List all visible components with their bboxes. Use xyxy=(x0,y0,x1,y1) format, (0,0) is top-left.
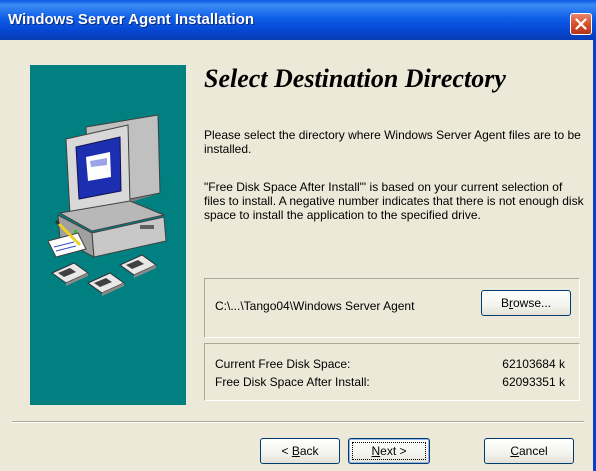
computer-with-floppy-disks-illustration xyxy=(47,114,167,296)
next-button[interactable]: Next > xyxy=(348,438,430,464)
page-title: Select Destination Directory xyxy=(204,64,506,93)
browse-button[interactable]: Browse... xyxy=(481,290,571,316)
back-button[interactable]: < Back xyxy=(260,438,340,464)
installer-window: Windows Server Agent Installation Select… xyxy=(0,0,596,471)
cancel-button[interactable]: Cancel xyxy=(484,438,574,464)
destination-folder-group: C:\...\Tango04\Windows Server Agent Brow… xyxy=(204,278,580,338)
browse-label-start: B xyxy=(500,296,509,310)
free-space-after-value: 62093351 k xyxy=(502,375,565,389)
back-hotkey: B xyxy=(291,444,300,458)
current-free-space-label: Current Free Disk Space: xyxy=(215,357,351,371)
window-title: Windows Server Agent Installation xyxy=(8,11,255,28)
cancel-label-rest: ancel xyxy=(518,444,548,458)
close-button[interactable] xyxy=(570,13,592,35)
disk-space-group: Current Free Disk Space: 62103684 k Free… xyxy=(204,343,580,401)
back-label-rest: ack xyxy=(299,444,319,458)
side-illustration-panel xyxy=(30,65,186,405)
button-separator xyxy=(12,421,584,423)
focus-ring xyxy=(352,442,426,460)
disk-space-explanation: "Free Disk Space After Install"' is base… xyxy=(204,180,584,222)
current-free-space-value: 62103684 k xyxy=(502,357,565,371)
intro-text: Please select the directory where Window… xyxy=(204,128,581,156)
close-icon xyxy=(575,18,587,30)
cancel-hotkey: C xyxy=(510,444,519,458)
destination-path: C:\...\Tango04\Windows Server Agent xyxy=(215,299,415,313)
free-space-after-label: Free Disk Space After Install: xyxy=(215,375,370,389)
back-prefix: < xyxy=(281,444,292,458)
browse-label-end: owse... xyxy=(513,296,552,310)
title-bar[interactable]: Windows Server Agent Installation xyxy=(0,0,596,40)
